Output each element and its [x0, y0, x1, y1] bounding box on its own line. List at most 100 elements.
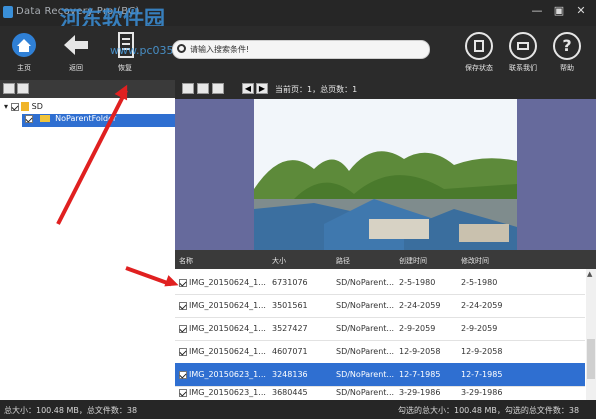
home-label: 主页 — [17, 64, 31, 72]
help-button[interactable]: ? 帮助 — [546, 32, 588, 73]
status-checked: 勾选的总大小：100.48 MB，勾选的总文件数：38 — [398, 406, 580, 415]
tree-item-noparentfolder[interactable]: NoParentFolder — [22, 114, 175, 127]
col-created[interactable]: 创建时间 — [399, 256, 427, 266]
row-checkbox[interactable] — [179, 348, 187, 356]
question-mark-icon: ? — [553, 32, 581, 60]
back-button[interactable]: 返回 — [56, 30, 96, 73]
file-table: 名称 大小 路径 创建时间 修改时间 IMG_20150624_1... 673… — [175, 250, 596, 401]
table-row[interactable]: IMG_20150624_1... 6731076 SD/NoParent...… — [175, 271, 585, 295]
file-name: IMG_20150623_1... — [189, 388, 266, 397]
sd-label: SD — [31, 102, 43, 111]
table-row-selected[interactable]: IMG_20150623_1... 3248136 SD/NoParent...… — [175, 363, 585, 387]
vertical-scrollbar[interactable]: ▲ — [586, 269, 596, 400]
file-name: IMG_20150624_1... — [189, 347, 266, 356]
file-size: 6731076 — [272, 278, 308, 287]
search-placeholder: 请输入搜索条件! — [190, 45, 250, 54]
file-path: SD/NoParent... — [336, 347, 395, 356]
file-created: 12-7-1985 — [399, 370, 441, 379]
envelope-icon — [509, 32, 537, 60]
preview-toolbar: ◀ ▶ 当前页：1，总页数：1 — [175, 80, 596, 99]
sd-checkbox[interactable] — [10, 102, 19, 111]
preview-panel: ◀ ▶ 当前页：1，总页数：1 — [175, 80, 596, 250]
maximize-icon[interactable]: ▣ — [552, 4, 566, 18]
next-page-icon[interactable]: ▶ — [256, 83, 268, 94]
file-path: SD/NoParent... — [336, 324, 395, 333]
file-created: 12-9-2058 — [399, 347, 441, 356]
status-bar: 总大小：100.48 MB，总文件数：38 勾选的总大小：100.48 MB，勾… — [0, 400, 596, 419]
home-button[interactable]: 主页 — [4, 30, 44, 73]
search-icon — [177, 44, 186, 53]
tree-item-sd[interactable]: ▾ SD — [4, 102, 43, 111]
row-checkbox[interactable] — [179, 371, 187, 379]
file-size: 3680445 — [272, 388, 308, 397]
file-path: SD/NoParent... — [336, 370, 395, 379]
page-indicator: 当前页：1，总页数：1 — [275, 85, 358, 94]
table-header: 名称 大小 路径 创建时间 修改时间 — [175, 250, 596, 269]
file-created: 3-29-1986 — [399, 388, 441, 397]
row-checkbox[interactable] — [179, 302, 187, 310]
file-created: 2-5-1980 — [399, 278, 436, 287]
folder-tree-panel: ▾ SD NoParentFolder — [0, 80, 175, 400]
table-row[interactable]: IMG_20150624_1... 3501561 SD/NoParent...… — [175, 294, 585, 318]
table-row[interactable]: IMG_20150623_1... 3680445 SD/NoParent...… — [175, 386, 585, 401]
file-modified: 3-29-1986 — [461, 388, 503, 397]
title-bar: Data Recovery Pro (BC) 河东软件园 — ▣ ✕ — [0, 0, 596, 31]
col-path[interactable]: 路径 — [336, 256, 350, 266]
file-size: 3248136 — [272, 370, 308, 379]
collapse-icon[interactable]: ▾ — [4, 102, 8, 111]
folder-checkbox[interactable] — [25, 114, 33, 123]
help-label: 帮助 — [560, 64, 574, 72]
preview-view-icon[interactable] — [212, 83, 224, 94]
drive-icon — [21, 102, 30, 111]
minimize-icon[interactable]: — — [530, 4, 544, 18]
file-name: IMG_20150623_1... — [189, 370, 266, 379]
row-checkbox[interactable] — [179, 325, 187, 333]
details-view-icon[interactable] — [197, 83, 209, 94]
file-name: IMG_20150624_1... — [189, 301, 266, 310]
search-input[interactable]: 请输入搜索条件! — [172, 40, 430, 59]
file-created: 2-24-2059 — [399, 301, 441, 310]
col-size[interactable]: 大小 — [272, 256, 286, 266]
prev-page-icon[interactable]: ◀ — [242, 83, 254, 94]
folder-icon — [39, 115, 50, 122]
file-created: 2-9-2059 — [399, 324, 436, 333]
file-path: SD/NoParent... — [336, 278, 395, 287]
image-preview — [254, 99, 517, 250]
file-modified: 12-9-2058 — [461, 347, 503, 356]
file-size: 3527427 — [272, 324, 308, 333]
file-size: 3501561 — [272, 301, 308, 310]
file-size: 4607071 — [272, 347, 308, 356]
recover-label: 恢复 — [118, 64, 132, 72]
floppy-disk-icon — [465, 32, 493, 60]
close-icon[interactable]: ✕ — [574, 4, 588, 18]
file-modified: 12-7-1985 — [461, 370, 503, 379]
table-row[interactable]: IMG_20150624_1... 3527427 SD/NoParent...… — [175, 317, 585, 341]
status-total: 总大小：100.48 MB，总文件数：38 — [4, 406, 138, 415]
file-name: IMG_20150624_1... — [189, 278, 266, 287]
app-logo-icon — [3, 6, 13, 18]
save-state-button[interactable]: 保存状态 — [458, 32, 500, 73]
back-arrow-icon — [64, 35, 88, 55]
file-modified: 2-5-1980 — [461, 278, 498, 287]
scroll-up-icon[interactable]: ▲ — [587, 270, 592, 278]
save-state-label: 保存状态 — [465, 64, 493, 72]
row-checkbox[interactable] — [179, 389, 187, 397]
tree-toolbar — [0, 80, 175, 98]
preview-photo — [254, 99, 517, 250]
tree-view-icon[interactable] — [3, 83, 15, 94]
contact-label: 联系我们 — [509, 64, 537, 72]
home-icon — [12, 33, 36, 57]
file-path: SD/NoParent... — [336, 301, 395, 310]
file-modified: 2-9-2059 — [461, 324, 498, 333]
table-row[interactable]: IMG_20150624_1... 4607071 SD/NoParent...… — [175, 340, 585, 364]
list-view-icon[interactable] — [17, 83, 29, 94]
contact-button[interactable]: 联系我们 — [502, 32, 544, 73]
scroll-thumb[interactable] — [587, 339, 595, 379]
back-label: 返回 — [69, 64, 83, 72]
file-modified: 2-24-2059 — [461, 301, 503, 310]
col-name[interactable]: 名称 — [179, 256, 193, 266]
thumbnail-view-icon[interactable] — [182, 83, 194, 94]
file-path: SD/NoParent... — [336, 388, 395, 397]
file-name: IMG_20150624_1... — [189, 324, 266, 333]
col-modified[interactable]: 修改时间 — [461, 256, 489, 266]
